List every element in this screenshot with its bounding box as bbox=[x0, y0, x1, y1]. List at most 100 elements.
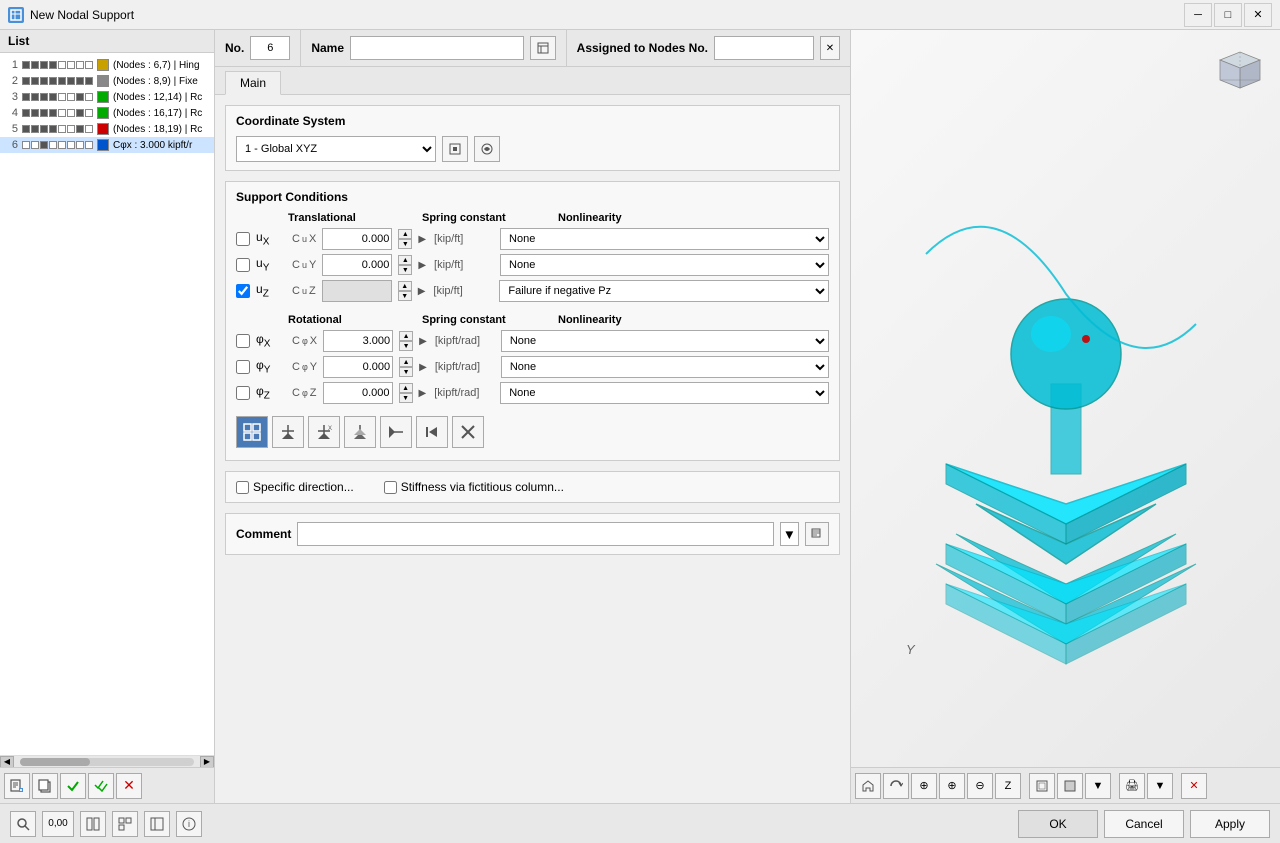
comment-input[interactable] bbox=[297, 522, 773, 546]
checkbox-ux[interactable] bbox=[236, 232, 250, 246]
coord-btn-2[interactable] bbox=[474, 136, 500, 162]
nonlinearity-header-trans: Nonlinearity bbox=[558, 212, 829, 224]
view-rotate-btn[interactable] bbox=[883, 773, 909, 799]
spin-down-uz[interactable]: ▼ bbox=[398, 291, 412, 301]
comment-dropdown-btn[interactable]: ▼ bbox=[780, 522, 799, 546]
svg-text:Y: Y bbox=[906, 642, 916, 657]
scroll-right-btn[interactable]: ▶ bbox=[200, 756, 214, 768]
specific-direction-checkbox[interactable] bbox=[236, 481, 249, 494]
spring-input-ux[interactable] bbox=[322, 228, 392, 250]
spin-down-phix[interactable]: ▼ bbox=[399, 341, 413, 351]
assigned-input[interactable] bbox=[714, 36, 814, 60]
list-item[interactable]: 3 (Nodes : 12,14) | Rc bbox=[0, 89, 214, 105]
svg-text:i: i bbox=[188, 819, 190, 829]
nonlinearity-select-phiz[interactable]: None bbox=[500, 382, 829, 404]
arrow-left-btn[interactable] bbox=[416, 416, 448, 448]
spin-up-ux[interactable]: ▲ bbox=[398, 229, 412, 239]
coordinate-row: 1 - Global XYZ bbox=[236, 136, 829, 162]
view-zoomin-btn[interactable]: ⊕ bbox=[939, 773, 965, 799]
status-coord-btn[interactable]: 0,00 bbox=[42, 811, 74, 837]
check-button[interactable] bbox=[60, 773, 86, 799]
minimize-button[interactable]: ─ bbox=[1184, 3, 1212, 27]
maximize-button[interactable]: □ bbox=[1214, 3, 1242, 27]
checkbox-phix[interactable] bbox=[236, 334, 250, 348]
ok-button[interactable]: OK bbox=[1018, 810, 1098, 838]
spin-up-phix[interactable]: ▲ bbox=[399, 331, 413, 341]
stiffness-checkbox[interactable] bbox=[384, 481, 397, 494]
tab-main[interactable]: Main bbox=[225, 71, 281, 95]
nonlinearity-select-uz[interactable]: Failure if negative PzNone bbox=[499, 280, 829, 302]
spin-up-phiz[interactable]: ▲ bbox=[399, 383, 413, 393]
list-item[interactable]: 1 (Nodes : 6,7) | Hing bbox=[0, 57, 214, 73]
checkbox-uy[interactable] bbox=[236, 258, 250, 272]
view-settings-btn[interactable]: ✕ bbox=[1181, 773, 1207, 799]
new-button[interactable] bbox=[4, 773, 30, 799]
scroll-left-btn[interactable]: ◀ bbox=[0, 756, 14, 768]
spring-input-uz[interactable] bbox=[322, 280, 392, 302]
spin-up-phiy[interactable]: ▲ bbox=[399, 357, 413, 367]
pin-xy-btn[interactable] bbox=[344, 416, 376, 448]
status-panel-btn[interactable] bbox=[144, 811, 170, 837]
view-print-dropdown-btn[interactable]: ▼ bbox=[1147, 773, 1173, 799]
view-print-btn[interactable]: 🖨 bbox=[1119, 773, 1145, 799]
checkbox-uz[interactable] bbox=[236, 284, 250, 298]
coordinate-system-label: Coordinate System bbox=[236, 114, 829, 128]
spin-down-phiy[interactable]: ▼ bbox=[399, 367, 413, 377]
list-item[interactable]: 4 (Nodes : 16,17) | Rc bbox=[0, 105, 214, 121]
cube-icon[interactable] bbox=[1210, 40, 1270, 103]
assigned-clear-button[interactable]: ✕ bbox=[820, 36, 840, 60]
spring-input-phix[interactable] bbox=[323, 330, 393, 352]
no-input[interactable] bbox=[250, 36, 290, 60]
list-item[interactable]: 2 (Nodes : 8,9) | Fixe bbox=[0, 73, 214, 89]
checkbox-phiz[interactable] bbox=[236, 386, 250, 400]
coord-btn-1[interactable] bbox=[442, 136, 468, 162]
pin-y-btn[interactable]: X bbox=[308, 416, 340, 448]
view-move-btn[interactable]: ⊕ bbox=[911, 773, 937, 799]
view-zoomz-btn[interactable]: Z bbox=[995, 773, 1021, 799]
pin-z-btn[interactable] bbox=[380, 416, 412, 448]
translational-header: Translational bbox=[236, 212, 416, 224]
status-view1-btn[interactable] bbox=[80, 811, 106, 837]
coordinate-select[interactable]: 1 - Global XYZ bbox=[236, 136, 436, 162]
spin-down-phiz[interactable]: ▼ bbox=[399, 393, 413, 403]
stiffness-option[interactable]: Stiffness via fictitious column... bbox=[384, 480, 564, 494]
list-scrollbar[interactable]: ◀ ▶ bbox=[0, 755, 214, 767]
list-item[interactable]: 6 Cφx : 3.000 kipft/r bbox=[0, 137, 214, 153]
view-canvas: Y bbox=[851, 30, 1280, 767]
grid-icon-btn[interactable] bbox=[236, 416, 268, 448]
apply-button[interactable]: Apply bbox=[1190, 810, 1270, 838]
pin-x-btn[interactable] bbox=[272, 416, 304, 448]
view-render-btn[interactable] bbox=[1057, 773, 1083, 799]
spin-up-uy[interactable]: ▲ bbox=[398, 255, 412, 265]
status-search-btn[interactable] bbox=[10, 811, 36, 837]
nonlinearity-select-uy[interactable]: None bbox=[500, 254, 829, 276]
clear-btn[interactable] bbox=[452, 416, 484, 448]
cancel-button[interactable]: Cancel bbox=[1104, 810, 1184, 838]
view-zoomout-btn[interactable]: ⊖ bbox=[967, 773, 993, 799]
delete-button[interactable]: ✕ bbox=[116, 773, 142, 799]
spring-input-phiy[interactable] bbox=[323, 356, 393, 378]
check-all-button[interactable] bbox=[88, 773, 114, 799]
name-input[interactable] bbox=[350, 36, 524, 60]
view-dropdown-btn[interactable]: ▼ bbox=[1085, 773, 1111, 799]
spring-input-uy[interactable] bbox=[322, 254, 392, 276]
name-edit-button[interactable] bbox=[530, 36, 556, 60]
status-info-btn[interactable]: i bbox=[176, 811, 202, 837]
view-home-btn[interactable] bbox=[855, 773, 881, 799]
name-label: Name bbox=[311, 41, 344, 55]
specific-direction-option[interactable]: Specific direction... bbox=[236, 480, 354, 494]
spin-down-ux[interactable]: ▼ bbox=[398, 239, 412, 249]
close-button[interactable]: ✕ bbox=[1244, 3, 1272, 27]
status-view2-btn[interactable] bbox=[112, 811, 138, 837]
spin-up-uz[interactable]: ▲ bbox=[398, 281, 412, 291]
nonlinearity-select-phix[interactable]: None bbox=[501, 330, 829, 352]
copy-button[interactable] bbox=[32, 773, 58, 799]
view-frame-btn[interactable] bbox=[1029, 773, 1055, 799]
checkbox-phiy[interactable] bbox=[236, 360, 250, 374]
spring-input-phiz[interactable] bbox=[323, 382, 393, 404]
comment-edit-btn[interactable] bbox=[805, 522, 829, 546]
nonlinearity-select-ux[interactable]: None bbox=[500, 228, 829, 250]
spin-down-uy[interactable]: ▼ bbox=[398, 265, 412, 275]
nonlinearity-select-phiy[interactable]: None bbox=[501, 356, 829, 378]
list-item[interactable]: 5 (Nodes : 18,19) | Rc bbox=[0, 121, 214, 137]
